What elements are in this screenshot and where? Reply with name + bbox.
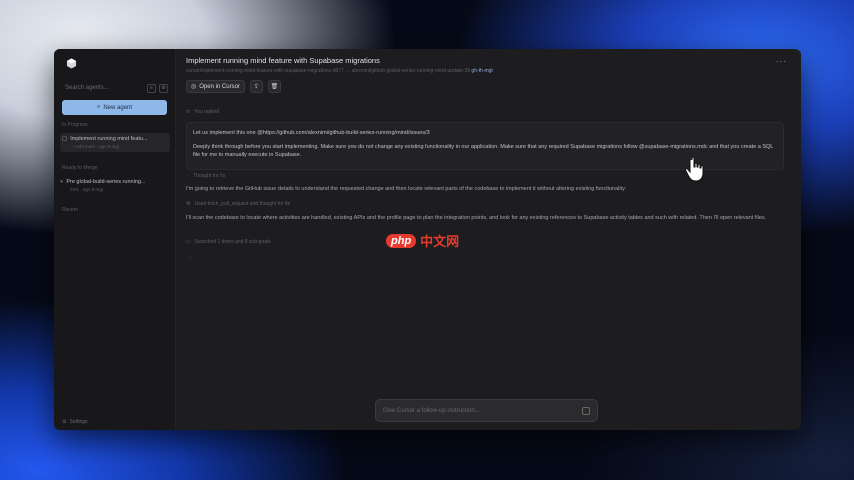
delete-button[interactable]: 🗑 <box>267 80 281 93</box>
search-icon: ⌕ <box>96 104 101 110</box>
settings-link[interactable]: ⚙ Settings <box>62 419 88 425</box>
agent-item[interactable]: ▢ Implement running mind featu... + Add m… <box>60 133 170 152</box>
brain-icon: ◌ <box>186 173 189 179</box>
settings-small-icon[interactable]: ⚙ <box>159 83 168 93</box>
gear-icon: ⚙ <box>62 419 67 425</box>
thought-label: ◌ Thought for 6s <box>186 173 225 179</box>
chat-icon: ▢ <box>62 136 68 142</box>
send-icon[interactable] <box>582 406 590 415</box>
cursor-icon: ◎ <box>191 84 197 90</box>
open-in-cursor-label: Open in Cursor <box>199 83 240 90</box>
agent-meta: 20% · ago 8 mgt <box>70 187 104 192</box>
search-agents[interactable]: Search agents... ≡ ⚙ <box>62 81 168 95</box>
ellipsis-icon[interactable]: ··· <box>776 57 787 66</box>
share-button[interactable]: ⇪ <box>249 80 263 93</box>
searched-label: ▭ Searched 1 times and 8 sub-goals <box>186 239 271 245</box>
tool-label: ⚒ Used fetch_pull_request and thought fo… <box>186 201 290 207</box>
user-message-label: ⟲ You replied <box>186 109 219 115</box>
search-result-icon: ▭ <box>186 239 191 245</box>
agent-title: Implement running mind featu... <box>70 136 148 142</box>
watermark: php 中文网 <box>386 231 459 250</box>
tool-label-text: Used fetch_pull_request and thought for … <box>194 201 291 207</box>
searched-label-text: Searched 1 times and 8 sub-goals <box>194 239 271 245</box>
agent-item[interactable]: ⑂ Pre global-build-series running... 20% … <box>60 179 170 192</box>
prompt-line-1: Let us implement this one @https://githu… <box>193 130 430 136</box>
search-input[interactable]: Search agents... <box>62 85 144 91</box>
branch-icon: ⑂ <box>60 179 64 185</box>
new-agent-button[interactable]: ⌕ New agent <box>62 100 167 115</box>
followup-input[interactable]: Give Cursor a follow-up instruction... <box>375 399 598 422</box>
watermark-text: 中文网 <box>420 234 460 249</box>
tool-icon: ⚒ <box>186 201 191 207</box>
main-panel: Implement running mind feature with Supa… <box>176 49 801 430</box>
branch-text: cursor/implement-running-mind-feature-wi… <box>186 68 471 74</box>
user-label-text: You replied <box>194 109 220 115</box>
branch-link[interactable]: gh-th-mgt <box>471 68 492 74</box>
cursor-logo-icon <box>66 58 77 69</box>
settings-label: Settings <box>69 419 88 425</box>
section-in-progress: In Progress <box>62 122 88 128</box>
filter-icon[interactable]: ≡ <box>147 83 156 93</box>
followup-placeholder: Give Cursor a follow-up instruction... <box>383 407 480 414</box>
assistant-response-2: I'll scan the codebase to locate where a… <box>186 215 767 221</box>
agent-meta: + Add more · ago 8 mgt <box>72 144 120 149</box>
sidebar: Search agents... ≡ ⚙ ⌕ New agent In Prog… <box>54 49 176 430</box>
trash-icon: 🗑 <box>270 84 279 90</box>
loading-indicator: ... <box>188 254 193 260</box>
new-agent-label: New agent <box>103 104 133 111</box>
branch-subtitle: cursor/implement-running-mind-feature-wi… <box>186 68 493 74</box>
page-title: Implement running mind feature with Supa… <box>186 56 380 65</box>
watermark-logo: php <box>386 233 417 248</box>
section-recent: Recent <box>62 207 78 213</box>
hand-pointer-icon <box>684 156 704 182</box>
assistant-response-1: I'm going to retrieve the GitHub issue d… <box>186 186 626 192</box>
section-ready: Ready to Merge <box>62 165 98 171</box>
agent-title: Pre global-build-series running... <box>66 179 146 185</box>
upload-icon: ⇪ <box>253 84 259 90</box>
thought-label-text: Thought for 6s <box>192 173 226 179</box>
open-in-cursor-button[interactable]: ◎ Open in Cursor <box>186 80 245 93</box>
toolbar: ◎ Open in Cursor ⇪ 🗑 <box>186 80 281 93</box>
reply-icon: ⟲ <box>186 109 191 115</box>
